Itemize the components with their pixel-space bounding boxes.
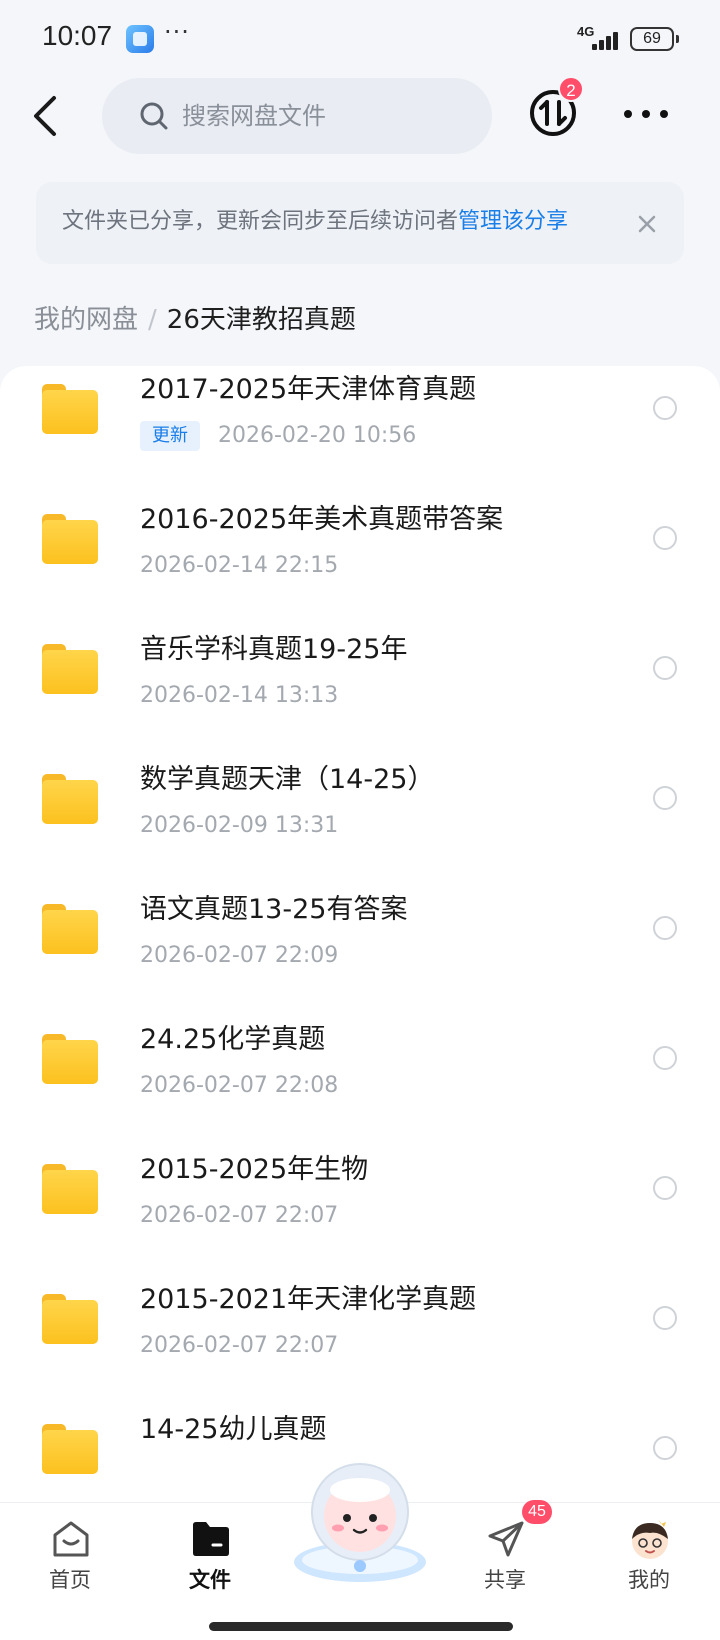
avatar bbox=[632, 1519, 668, 1559]
folder-row[interactable]: 音乐学科真题19-25年 2026-02-14 13:13 bbox=[0, 626, 720, 762]
folder-icon bbox=[42, 904, 98, 954]
share-count-badge: 45 bbox=[522, 1500, 552, 1524]
folder-icon bbox=[42, 774, 98, 824]
select-checkbox[interactable] bbox=[653, 656, 677, 680]
folder-row[interactable]: 2015-2021年天津化学真题 2026-02-07 22:07 bbox=[0, 1276, 720, 1412]
folder-icon bbox=[42, 1294, 98, 1344]
folder-name: 24.25化学真题 bbox=[140, 1024, 326, 1055]
folder-row[interactable]: 数学真题天津（14-25） 2026-02-09 13:31 bbox=[0, 756, 720, 892]
nav-me[interactable]: 我的 bbox=[594, 1503, 704, 1613]
search-placeholder: 搜索网盘文件 bbox=[182, 102, 326, 130]
app-notification-icon bbox=[126, 25, 154, 53]
folder-row[interactable]: 2017-2025年天津体育真题 更新 2026-02-20 10:56 bbox=[0, 366, 720, 502]
select-checkbox[interactable] bbox=[653, 916, 677, 940]
home-indicator[interactable] bbox=[209, 1622, 513, 1631]
folder-icon bbox=[42, 514, 98, 564]
folder-date: 2026-02-07 22:09 bbox=[140, 943, 339, 968]
more-horizontal-icon bbox=[624, 110, 668, 118]
folder-icon bbox=[42, 644, 98, 694]
manage-share-link[interactable]: 管理该分享 bbox=[458, 209, 568, 234]
folder-row[interactable]: 24.25化学真题 2026-02-07 22:08 bbox=[0, 1016, 720, 1152]
select-checkbox[interactable] bbox=[653, 1306, 677, 1330]
search-icon bbox=[140, 102, 168, 130]
folder-date: 2026-02-20 10:56 bbox=[218, 423, 417, 448]
folder-date: 2026-02-14 13:13 bbox=[140, 683, 339, 708]
folder-filled-icon bbox=[193, 1522, 229, 1556]
breadcrumb-current: 26天津教招真题 bbox=[166, 305, 356, 335]
folder-icon bbox=[42, 1164, 98, 1214]
search-input[interactable]: 搜索网盘文件 bbox=[102, 78, 492, 154]
select-checkbox[interactable] bbox=[653, 1176, 677, 1200]
select-checkbox[interactable] bbox=[653, 526, 677, 550]
breadcrumb-separator: / bbox=[148, 305, 157, 335]
nav-files[interactable]: 文件 bbox=[155, 1503, 265, 1613]
netdisk-folder-screen: { "status_bar": { "time": "10:07", "more… bbox=[0, 0, 720, 1640]
select-checkbox[interactable] bbox=[653, 786, 677, 810]
folder-name: 14-25幼儿真题 bbox=[140, 1414, 327, 1445]
status-bar: 10:07 ··· 4G 69 bbox=[0, 0, 720, 80]
folder-name: 语文真题13-25有答案 bbox=[140, 894, 408, 925]
folder-date: 2026-02-09 13:31 bbox=[140, 813, 339, 838]
folder-row[interactable]: 2016-2025年美术真题带答案 2026-02-14 22:15 bbox=[0, 496, 720, 632]
nav-files-label: 文件 bbox=[189, 1568, 231, 1592]
folder-icon bbox=[42, 1034, 98, 1084]
folder-name: 音乐学科真题19-25年 bbox=[140, 634, 408, 665]
share-notice-banner: 文件夹已分享，更新会同步至后续访问者管理该分享 bbox=[36, 182, 684, 264]
folder-date: 2026-02-07 22:07 bbox=[140, 1333, 339, 1358]
folder-icon bbox=[42, 1424, 98, 1474]
select-checkbox[interactable] bbox=[653, 396, 677, 420]
status-more-icon: ··· bbox=[164, 18, 190, 46]
home-icon bbox=[53, 1521, 89, 1557]
select-checkbox[interactable] bbox=[653, 1436, 677, 1460]
assistant-mascot-button[interactable] bbox=[286, 1456, 434, 1584]
more-options-button[interactable] bbox=[620, 96, 672, 132]
folder-date: 2026-02-07 22:07 bbox=[140, 1203, 339, 1228]
breadcrumb-root[interactable]: 我的网盘 bbox=[34, 305, 138, 335]
folder-icon bbox=[42, 384, 98, 434]
update-tag: 更新 bbox=[140, 421, 200, 451]
breadcrumb: 我的网盘 / 26天津教招真题 bbox=[34, 298, 356, 342]
signal-icon bbox=[578, 30, 622, 50]
battery-icon: 69 bbox=[630, 27, 679, 51]
folder-row[interactable]: 2015-2025年生物 2026-02-07 22:07 bbox=[0, 1146, 720, 1282]
close-icon bbox=[638, 215, 656, 233]
folder-name: 2016-2025年美术真题带答案 bbox=[140, 504, 504, 535]
send-icon bbox=[488, 1521, 524, 1557]
status-time: 10:07 bbox=[42, 20, 113, 51]
folder-name: 数学真题天津（14-25） bbox=[140, 764, 435, 795]
select-checkbox[interactable] bbox=[653, 1046, 677, 1070]
nav-home[interactable]: 首页 bbox=[15, 1503, 125, 1613]
close-notice-button[interactable] bbox=[630, 207, 664, 241]
nav-share-label: 共享 bbox=[484, 1568, 526, 1592]
folder-name: 2017-2025年天津体育真题 bbox=[140, 374, 477, 405]
chevron-left-icon bbox=[34, 96, 56, 136]
folder-name: 2015-2021年天津化学真题 bbox=[140, 1284, 477, 1315]
transfer-count-badge: 2 bbox=[558, 76, 584, 102]
nav-me-label: 我的 bbox=[628, 1568, 670, 1592]
nav-home-label: 首页 bbox=[49, 1568, 91, 1592]
folder-row[interactable]: 语文真题13-25有答案 2026-02-07 22:09 bbox=[0, 886, 720, 1022]
folder-date: 2026-02-14 22:15 bbox=[140, 553, 339, 578]
back-button[interactable] bbox=[28, 88, 68, 144]
mascot-icon bbox=[294, 1463, 426, 1582]
folder-date: 2026-02-07 22:08 bbox=[140, 1073, 339, 1098]
folder-name: 2015-2025年生物 bbox=[140, 1154, 369, 1185]
file-list: 2017-2025年天津体育真题 更新 2026-02-20 10:56 2016… bbox=[0, 366, 720, 1502]
share-notice-text: 文件夹已分享，更新会同步至后续访问者 bbox=[62, 209, 459, 234]
